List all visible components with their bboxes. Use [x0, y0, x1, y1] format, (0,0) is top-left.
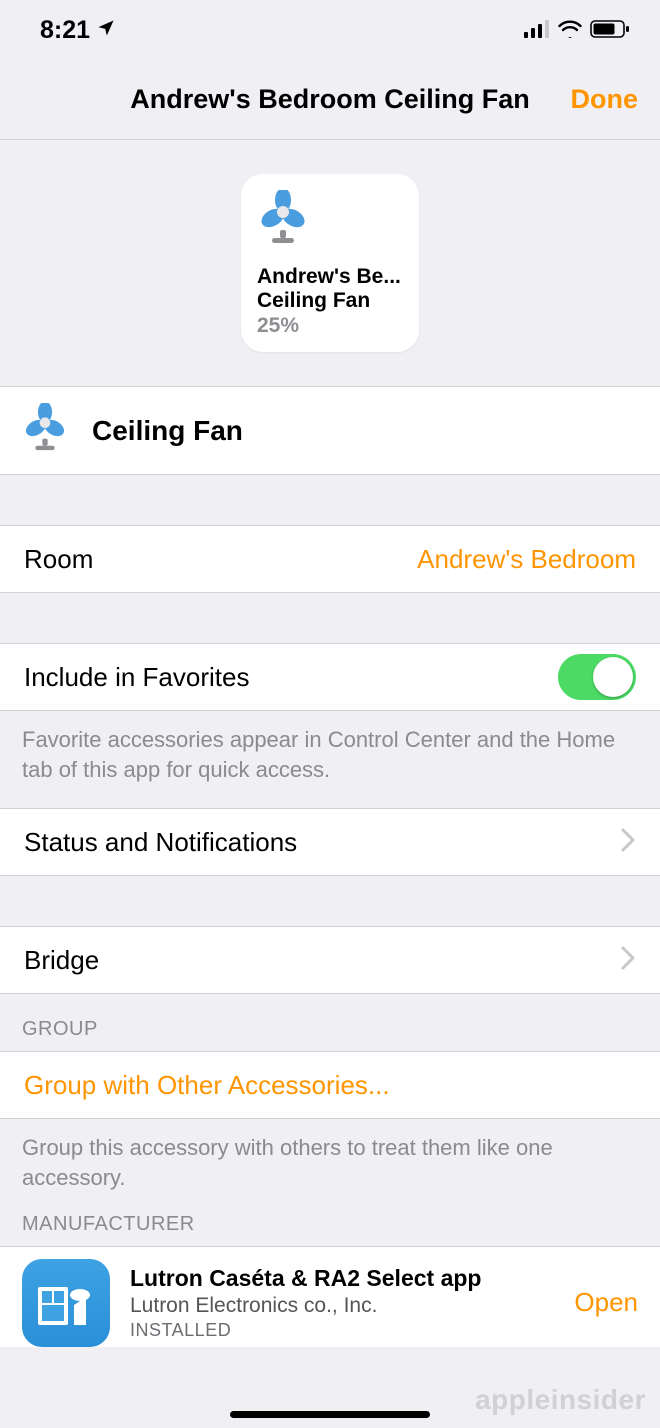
location-arrow-icon	[96, 16, 116, 45]
open-app-button[interactable]: Open	[574, 1287, 638, 1318]
status-right	[524, 16, 630, 45]
tile-area: Andrew's Be... Ceiling Fan 25%	[0, 140, 660, 386]
app-icon	[22, 1259, 110, 1347]
manufacturer-app-row[interactable]: Lutron Caséta & RA2 Select app Lutron El…	[0, 1246, 660, 1347]
watermark: appleinsider	[475, 1384, 646, 1416]
wifi-icon	[558, 16, 582, 45]
tile-texts: Andrew's Be... Ceiling Fan 25%	[257, 265, 403, 338]
status-time: 8:21	[40, 16, 90, 45]
favorites-toggle[interactable]	[558, 654, 636, 700]
tile-room-label: Andrew's Be...	[257, 265, 403, 289]
favorites-label: Include in Favorites	[24, 662, 249, 693]
fan-icon	[22, 403, 68, 458]
status-left: 8:21	[40, 16, 116, 45]
cellular-signal-icon	[524, 16, 550, 45]
favorites-row: Include in Favorites	[0, 643, 660, 711]
status-notifications-row[interactable]: Status and Notifications	[0, 808, 660, 876]
app-name: Lutron Caséta & RA2 Select app	[130, 1265, 481, 1292]
manufacturer-header: MANUFACTURER	[0, 1203, 660, 1246]
group-action-label: Group with Other Accessories...	[24, 1070, 390, 1101]
done-button[interactable]: Done	[571, 84, 639, 115]
chevron-right-icon	[620, 945, 636, 976]
home-indicator[interactable]	[230, 1411, 430, 1418]
bridge-label: Bridge	[24, 945, 99, 976]
status-bar: 8:21	[0, 0, 660, 60]
tile-device-label: Ceiling Fan	[257, 289, 403, 313]
app-company: Lutron Electronics co., Inc.	[130, 1294, 481, 1318]
nav-bar: Andrew's Bedroom Ceiling Fan Done	[0, 60, 660, 140]
fan-icon	[257, 190, 403, 251]
app-texts: Lutron Caséta & RA2 Select app Lutron El…	[130, 1265, 481, 1341]
app-installed: INSTALLED	[130, 1320, 481, 1341]
room-label: Room	[24, 544, 93, 575]
status-notifications-label: Status and Notifications	[24, 827, 297, 858]
device-name-label: Ceiling Fan	[92, 415, 243, 447]
bridge-row[interactable]: Bridge	[0, 926, 660, 994]
group-action-row[interactable]: Group with Other Accessories...	[0, 1051, 660, 1119]
toggle-knob	[593, 657, 633, 697]
battery-icon	[590, 16, 630, 45]
tile-percent: 25%	[257, 313, 403, 338]
accessory-tile[interactable]: Andrew's Be... Ceiling Fan 25%	[241, 174, 419, 352]
chevron-right-icon	[620, 827, 636, 858]
group-header: GROUP	[0, 994, 660, 1051]
room-row[interactable]: Room Andrew's Bedroom	[0, 525, 660, 593]
favorites-footer: Favorite accessories appear in Control C…	[0, 711, 660, 802]
device-name-row[interactable]: Ceiling Fan	[0, 386, 660, 475]
page-title: Andrew's Bedroom Ceiling Fan	[130, 84, 529, 115]
room-value: Andrew's Bedroom	[417, 544, 636, 575]
group-footer: Group this accessory with others to trea…	[0, 1119, 660, 1202]
